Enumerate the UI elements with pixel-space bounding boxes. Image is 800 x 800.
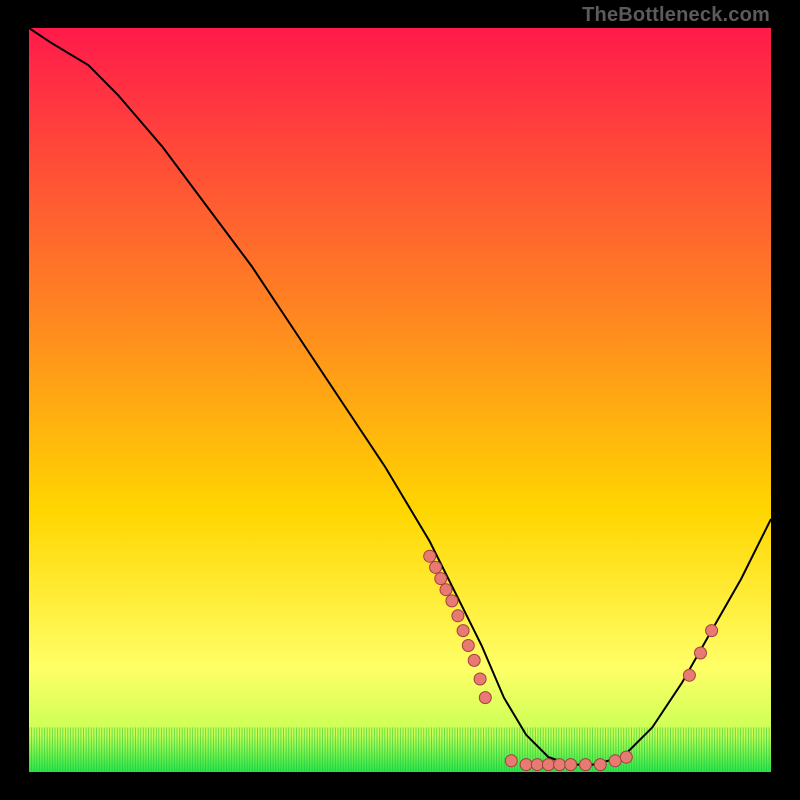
data-point: [683, 669, 695, 681]
data-point: [580, 759, 592, 771]
data-point: [531, 759, 543, 771]
data-point: [424, 550, 436, 562]
watermark-text: TheBottleneck.com: [582, 4, 770, 27]
data-point: [706, 625, 718, 637]
data-point: [554, 759, 566, 771]
chart-frame: [29, 28, 771, 772]
data-point: [462, 640, 474, 652]
data-point: [565, 759, 577, 771]
gradient-background: [29, 28, 771, 772]
data-point: [435, 573, 447, 585]
data-point: [620, 751, 632, 763]
data-point: [430, 561, 442, 573]
data-point: [505, 755, 517, 767]
data-point: [474, 673, 486, 685]
data-point: [695, 647, 707, 659]
data-point: [609, 755, 621, 767]
data-point: [542, 759, 554, 771]
data-point: [457, 625, 469, 637]
data-point: [520, 759, 532, 771]
data-point: [594, 759, 606, 771]
data-point: [479, 692, 491, 704]
data-point: [468, 654, 480, 666]
data-point: [446, 595, 458, 607]
bottleneck-plot: [29, 28, 771, 772]
data-point: [452, 610, 464, 622]
data-point: [440, 584, 452, 596]
